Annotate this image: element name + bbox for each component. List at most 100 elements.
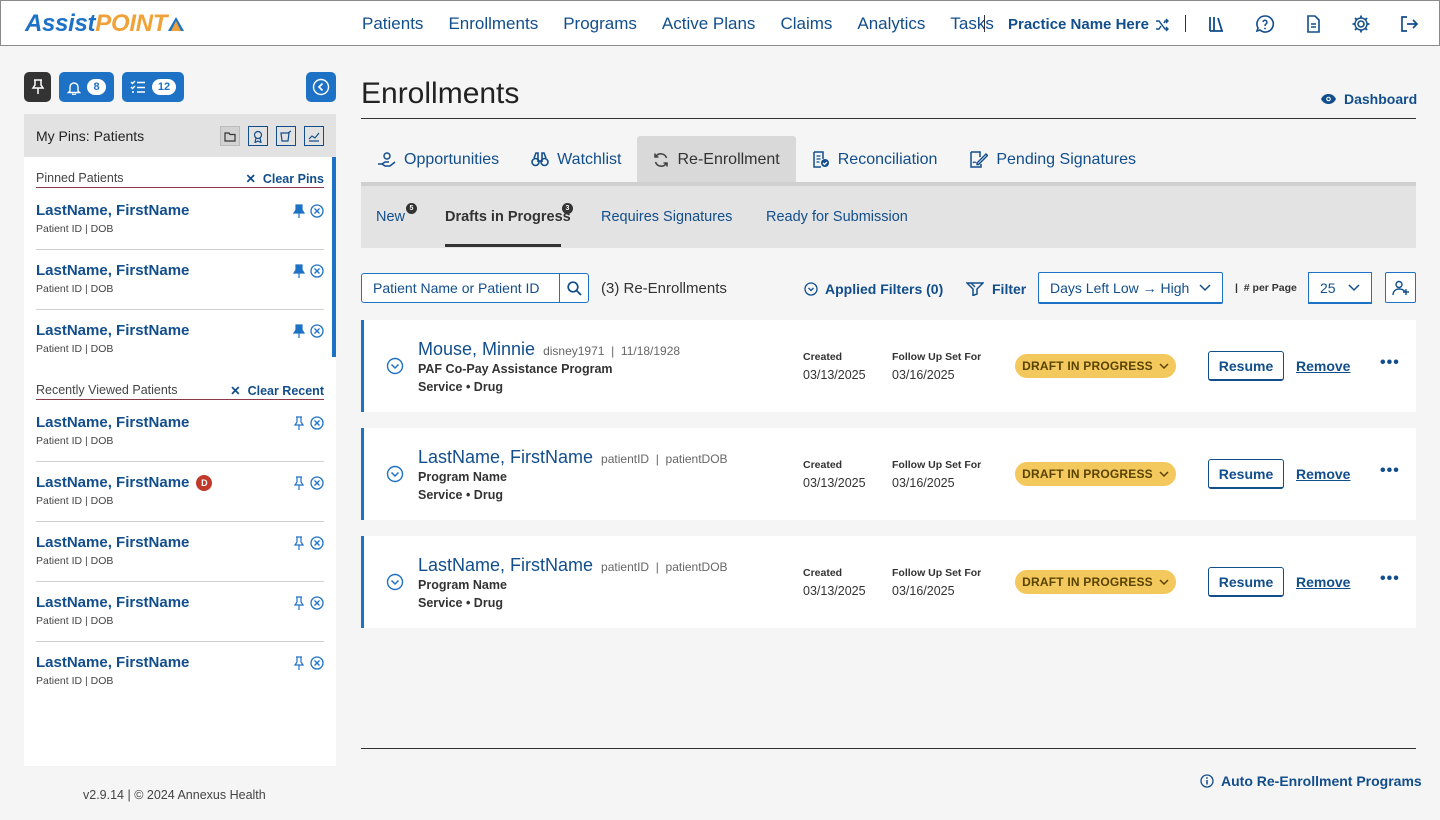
remove-circle-icon[interactable]	[310, 656, 324, 670]
nav-tasks[interactable]: Tasks	[950, 14, 993, 34]
tab-pending-signatures[interactable]: Pending Signatures	[953, 136, 1152, 183]
remove-circle-icon[interactable]	[310, 204, 324, 218]
resume-button[interactable]: Resume	[1208, 459, 1284, 489]
remove-button[interactable]: Remove	[1296, 466, 1350, 482]
search-button[interactable]	[559, 274, 588, 302]
practice-switcher[interactable]: Practice Name Here	[1008, 16, 1170, 33]
recent-patient-item[interactable]: LastName, FirstName Patient ID | DOB	[36, 582, 324, 642]
tasks-button[interactable]: 12	[122, 72, 184, 102]
remove-circle-icon[interactable]	[310, 536, 324, 550]
auto-re-enrollment-link[interactable]: Auto Re-Enrollment Programs	[1200, 773, 1422, 789]
filter-button[interactable]: Filter	[966, 281, 1026, 297]
nav-enrollments[interactable]: Enrollments	[448, 14, 538, 34]
status-badge[interactable]: DRAFT IN PROGRESS	[1015, 570, 1176, 594]
notifications-button[interactable]: 8	[59, 72, 114, 102]
resume-button[interactable]: Resume	[1208, 351, 1284, 381]
pin-outline-icon[interactable]	[292, 596, 306, 610]
status-badge[interactable]: DRAFT IN PROGRESS	[1015, 354, 1176, 378]
award-ribbon-icon[interactable]	[248, 126, 268, 146]
clear-pins-button[interactable]: ✕ Clear Pins	[245, 171, 324, 186]
tab-reconciliation[interactable]: Reconciliation	[796, 136, 954, 183]
patient-name-link[interactable]: Mouse, Minnie	[418, 339, 535, 360]
patient-name[interactable]: LastName, FirstName	[36, 202, 189, 219]
sort-value: Days Left Low → High	[1050, 279, 1190, 296]
add-patient-button[interactable]	[1385, 272, 1416, 303]
expand-chevron-icon[interactable]	[386, 465, 404, 483]
subtab-drafts-in-progress[interactable]: Drafts in Progress 3	[445, 203, 573, 225]
tab-re-enrollment[interactable]: Re-Enrollment	[637, 136, 796, 183]
subtab-new[interactable]: New 5	[376, 203, 417, 225]
expand-chevron-icon[interactable]	[386, 573, 404, 591]
sort-select[interactable]: Days Left Low → High	[1038, 272, 1223, 304]
recent-patient-item[interactable]: LastName, FirstName Patient ID | DOB	[36, 522, 324, 582]
pill-cup-icon[interactable]	[276, 126, 296, 146]
settings-gear-icon[interactable]	[1351, 14, 1371, 34]
subtab-requires-signatures[interactable]: Requires Signatures	[601, 209, 732, 225]
patient-name[interactable]: LastName, FirstName	[36, 262, 189, 279]
pinned-patient-item[interactable]: LastName, FirstName Patient ID | DOB	[36, 190, 324, 250]
document-icon[interactable]	[1303, 14, 1323, 34]
sidebar-scrollbar[interactable]	[332, 157, 336, 357]
status-label: DRAFT IN PROGRESS	[1022, 359, 1153, 373]
created-label: Created	[803, 567, 843, 579]
pin-filled-icon[interactable]	[292, 264, 306, 278]
pin-outline-icon[interactable]	[292, 536, 306, 550]
remove-circle-icon[interactable]	[310, 476, 324, 490]
tab-watchlist[interactable]: Watchlist	[515, 136, 637, 183]
library-icon[interactable]	[1207, 14, 1227, 34]
help-icon[interactable]	[1255, 14, 1275, 34]
patient-name[interactable]: LastName, FirstName	[36, 594, 189, 611]
pinned-patient-item[interactable]: LastName, FirstName Patient ID | DOB	[36, 250, 324, 310]
expand-chevron-icon[interactable]	[386, 357, 404, 375]
patient-name[interactable]: LastName, FirstName	[36, 534, 189, 551]
dashboard-link[interactable]: Dashboard	[1320, 91, 1417, 107]
logout-icon[interactable]	[1399, 14, 1419, 34]
more-options-icon[interactable]: •••	[1380, 462, 1400, 480]
search-placeholder[interactable]: Patient Name or Patient ID	[362, 280, 559, 296]
more-options-icon[interactable]: •••	[1380, 354, 1400, 372]
nav-programs[interactable]: Programs	[563, 14, 637, 34]
resume-button[interactable]: Resume	[1208, 567, 1284, 597]
pin-filled-icon[interactable]	[292, 204, 306, 218]
remove-circle-icon[interactable]	[310, 324, 324, 338]
nav-active-plans[interactable]: Active Plans	[662, 14, 756, 34]
patient-name-link[interactable]: LastName, FirstName	[418, 447, 593, 468]
recent-patient-item[interactable]: LastName, FirstName Patient ID | DOB	[36, 402, 324, 462]
pin-outline-icon[interactable]	[292, 476, 306, 490]
patient-meta: Patient ID | DOB	[36, 615, 114, 627]
remove-circle-icon[interactable]	[310, 596, 324, 610]
search-input[interactable]: Patient Name or Patient ID	[361, 273, 589, 303]
collapse-sidebar-button[interactable]	[306, 72, 336, 102]
app-logo[interactable]: Assist POINT	[25, 10, 185, 38]
pin-outline-icon[interactable]	[292, 416, 306, 430]
remove-button[interactable]: Remove	[1296, 574, 1350, 590]
pin-outline-icon[interactable]	[292, 656, 306, 670]
status-badge[interactable]: DRAFT IN PROGRESS	[1015, 462, 1176, 486]
remove-circle-icon[interactable]	[310, 416, 324, 430]
clear-recent-button[interactable]: ✕ Clear Recent	[230, 383, 324, 398]
patient-name[interactable]: LastName, FirstName	[36, 414, 189, 431]
nav-claims[interactable]: Claims	[780, 14, 832, 34]
remove-circle-icon[interactable]	[310, 264, 324, 278]
pinned-patient-item[interactable]: LastName, FirstName Patient ID | DOB	[36, 310, 324, 370]
title-divider	[361, 118, 1416, 119]
tab-opportunities[interactable]: Opportunities	[361, 136, 515, 183]
more-options-icon[interactable]: •••	[1380, 570, 1400, 588]
recent-patient-item[interactable]: LastName, FirstName D Patient ID | DOB	[36, 462, 324, 522]
recent-patient-item[interactable]: LastName, FirstName Patient ID | DOB	[36, 642, 324, 702]
patient-dob: patientDOB	[665, 560, 728, 574]
patient-name[interactable]: LastName, FirstName	[36, 322, 189, 339]
pin-filled-icon[interactable]	[292, 324, 306, 338]
per-page-select[interactable]: 25	[1308, 272, 1372, 304]
nav-analytics[interactable]: Analytics	[857, 14, 925, 34]
applied-filters-toggle[interactable]: Applied Filters (0)	[804, 281, 943, 297]
pin-panel-button[interactable]	[24, 72, 51, 102]
analytics-chart-icon[interactable]	[304, 126, 324, 146]
remove-button[interactable]: Remove	[1296, 358, 1350, 374]
patient-name-link[interactable]: LastName, FirstName	[418, 555, 593, 576]
patient-name[interactable]: LastName, FirstName	[36, 474, 189, 491]
nav-patients[interactable]: Patients	[362, 14, 423, 34]
patient-name[interactable]: LastName, FirstName	[36, 654, 189, 671]
folder-icon[interactable]	[220, 126, 240, 146]
subtab-ready-for-submission[interactable]: Ready for Submission	[766, 209, 908, 225]
